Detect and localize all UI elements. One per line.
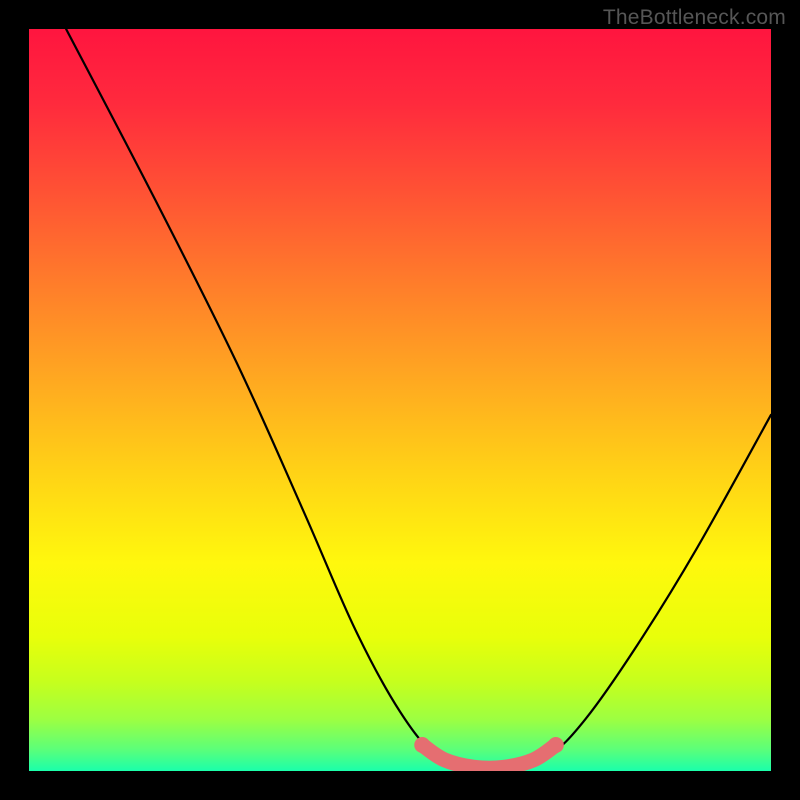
highlight-endpoint-right: [548, 737, 564, 753]
highlight-endpoint-left: [414, 737, 430, 753]
plot-area: [29, 29, 771, 771]
watermark-text: TheBottleneck.com: [603, 6, 786, 30]
bottleneck-curve: [66, 29, 771, 771]
line-layer: [29, 29, 771, 771]
highlight-band: [422, 745, 556, 768]
chart-frame: TheBottleneck.com: [0, 0, 800, 800]
